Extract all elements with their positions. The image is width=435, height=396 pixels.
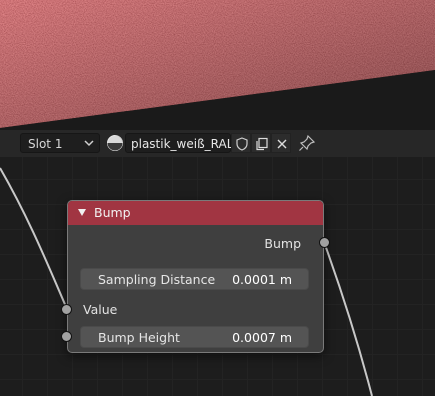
material-name: plastik_weiß_RAL... [131, 137, 245, 151]
slot-dropdown[interactable]: Slot 1 [20, 133, 100, 153]
material-name-field[interactable]: plastik_weiß_RAL... [125, 133, 245, 153]
red-textured-surface [0, 0, 435, 130]
bump-height-label: Bump Height [98, 330, 180, 345]
material-sphere-icon[interactable] [106, 134, 124, 152]
output-socket-bump[interactable] [319, 237, 330, 248]
unlink-material-button[interactable] [271, 133, 291, 153]
fake-user-button[interactable] [231, 133, 251, 153]
input-socket-bump-height[interactable] [61, 331, 72, 342]
sampling-distance-label: Sampling Distance [98, 272, 216, 287]
duplicate-material-button[interactable] [251, 133, 271, 153]
output-bump-label: Bump [264, 236, 301, 251]
bump-height-value: 0.0007 m [232, 330, 292, 345]
sampling-distance-value: 0.0001 m [232, 272, 292, 287]
slot-label: Slot 1 [28, 137, 63, 151]
close-icon [277, 139, 287, 149]
sampling-distance-field[interactable]: Sampling Distance 0.0001 m [80, 268, 309, 290]
input-value-label: Value [83, 302, 118, 317]
pin-icon[interactable] [298, 134, 316, 152]
shield-icon [236, 137, 248, 151]
duplicate-icon [256, 137, 268, 151]
bump-height-field[interactable]: Bump Height 0.0007 m [80, 326, 309, 348]
3d-viewport[interactable] [0, 0, 435, 130]
chevron-down-icon [84, 140, 94, 147]
bump-node[interactable]: Bump Bump Sampling Distance 0.0001 m Val… [67, 200, 324, 353]
bump-node-header[interactable]: Bump [68, 201, 323, 225]
collapse-triangle-icon[interactable] [78, 209, 87, 217]
node-title: Bump [94, 205, 131, 220]
input-socket-value[interactable] [61, 304, 72, 315]
